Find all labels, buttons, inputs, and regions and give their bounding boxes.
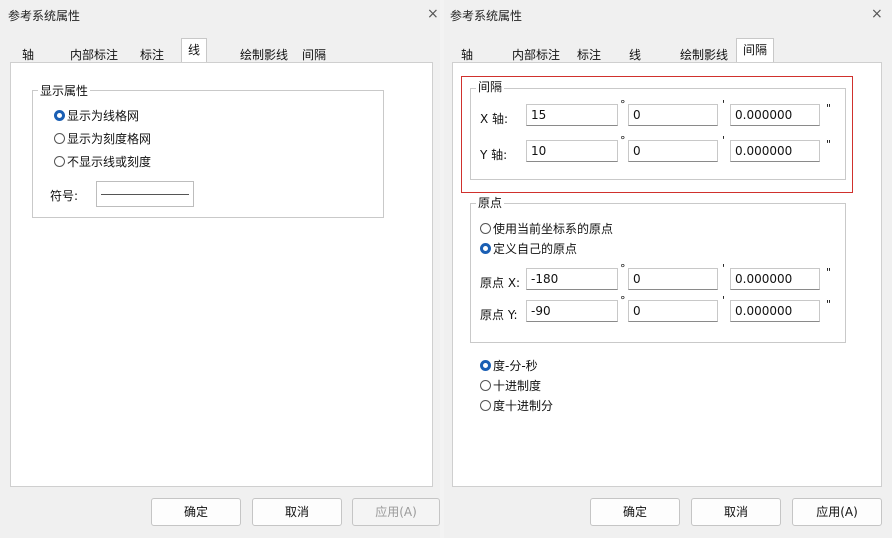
second-unit: ": [826, 298, 832, 311]
right-apply-button[interactable]: 应用(A): [792, 498, 882, 526]
y-axis-label: Y 轴:: [480, 148, 508, 162]
left-tab-interval[interactable]: 间隔: [302, 46, 326, 63]
radio-decimal-degrees[interactable]: 十进制度: [480, 378, 541, 394]
right-tab-label[interactable]: 标注: [577, 46, 601, 63]
right-tab-axis[interactable]: 轴: [461, 46, 473, 63]
display-properties-label: 显示属性: [38, 82, 91, 99]
origin-x-second-input[interactable]: 0.000000: [730, 268, 820, 290]
radio-unselected-icon: [54, 156, 65, 167]
degree-unit: °: [620, 98, 626, 111]
radio-show-line-grid[interactable]: 显示为线格网: [54, 108, 139, 124]
radio-use-current-origin[interactable]: 使用当前坐标系的原点: [480, 221, 613, 237]
left-dialog: 参考系统属性 × 轴 内部标注 标注 线 绘制影线 间隔 显示属性 显示为线格网…: [0, 0, 440, 538]
left-apply-button: 应用(A): [352, 498, 440, 526]
radio-unselected-icon: [480, 223, 491, 234]
radio-selected-icon: [54, 110, 65, 121]
radio-degree-decimal-minutes[interactable]: 度十进制分: [480, 398, 553, 414]
radio-hide-lines[interactable]: 不显示线或刻度: [54, 154, 151, 170]
minute-unit: ': [722, 134, 726, 147]
y-axis-degree-input[interactable]: 10: [526, 140, 618, 162]
origin-y-minute-input[interactable]: 0: [628, 300, 718, 322]
y-axis-second-input[interactable]: 0.000000: [730, 140, 820, 162]
minute-unit: ': [722, 294, 726, 307]
left-cancel-button[interactable]: 取消: [252, 498, 342, 526]
y-axis-minute-input[interactable]: 0: [628, 140, 718, 162]
minute-unit: ': [722, 98, 726, 111]
left-ok-button[interactable]: 确定: [151, 498, 241, 526]
origin-x-label: 原点 X:: [480, 276, 521, 290]
left-dialog-title: 参考系统属性: [8, 9, 81, 23]
right-ok-button[interactable]: 确定: [590, 498, 680, 526]
right-dialog: 参考系统属性 × 轴 内部标注 标注 线 绘制影线 间隔 间隔 X 轴: 15 …: [444, 0, 892, 538]
second-unit: ": [826, 266, 832, 279]
radio-selected-icon: [480, 360, 491, 371]
degree-unit: °: [620, 134, 626, 147]
left-tab-internal-label[interactable]: 内部标注: [70, 46, 118, 63]
right-dialog-title: 参考系统属性: [450, 9, 523, 23]
left-tab-label[interactable]: 标注: [140, 46, 164, 63]
right-tab-line[interactable]: 线: [629, 46, 641, 63]
x-axis-degree-input[interactable]: 15: [526, 104, 618, 126]
radio-define-own-origin[interactable]: 定义自己的原点: [480, 241, 577, 257]
interval-group: [470, 88, 846, 180]
minute-unit: ': [722, 262, 726, 275]
left-close-icon[interactable]: ×: [427, 6, 439, 22]
origin-y-label: 原点 Y:: [480, 308, 518, 322]
second-unit: ": [826, 102, 832, 115]
right-tab-hatch[interactable]: 绘制影线: [680, 46, 728, 63]
radio-selected-icon: [480, 243, 491, 254]
origin-y-second-input[interactable]: 0.000000: [730, 300, 820, 322]
degree-unit: °: [620, 262, 626, 275]
degree-unit: °: [620, 294, 626, 307]
right-tab-internal-label[interactable]: 内部标注: [512, 46, 560, 63]
origin-group-label: 原点: [476, 194, 505, 211]
symbol-preview-button[interactable]: [96, 181, 194, 207]
left-tab-axis[interactable]: 轴: [22, 46, 34, 63]
x-axis-second-input[interactable]: 0.000000: [730, 104, 820, 126]
x-axis-label: X 轴:: [480, 112, 509, 126]
radio-unselected-icon: [54, 133, 65, 144]
left-tab-hatch[interactable]: 绘制影线: [240, 46, 288, 63]
radio-unselected-icon: [480, 400, 491, 411]
right-cancel-button[interactable]: 取消: [691, 498, 781, 526]
second-unit: ": [826, 138, 832, 151]
right-tab-interval[interactable]: 间隔: [736, 38, 775, 63]
symbol-label: 符号:: [50, 189, 79, 203]
x-axis-minute-input[interactable]: 0: [628, 104, 718, 126]
right-close-icon[interactable]: ×: [871, 6, 883, 22]
radio-show-tick-grid[interactable]: 显示为刻度格网: [54, 131, 151, 147]
origin-y-degree-input[interactable]: -90: [526, 300, 618, 322]
radio-unselected-icon: [480, 380, 491, 391]
left-tab-line[interactable]: 线: [181, 38, 208, 63]
origin-x-minute-input[interactable]: 0: [628, 268, 718, 290]
interval-group-label: 间隔: [476, 78, 505, 95]
radio-dms[interactable]: 度-分-秒: [480, 358, 538, 374]
origin-x-degree-input[interactable]: -180: [526, 268, 618, 290]
